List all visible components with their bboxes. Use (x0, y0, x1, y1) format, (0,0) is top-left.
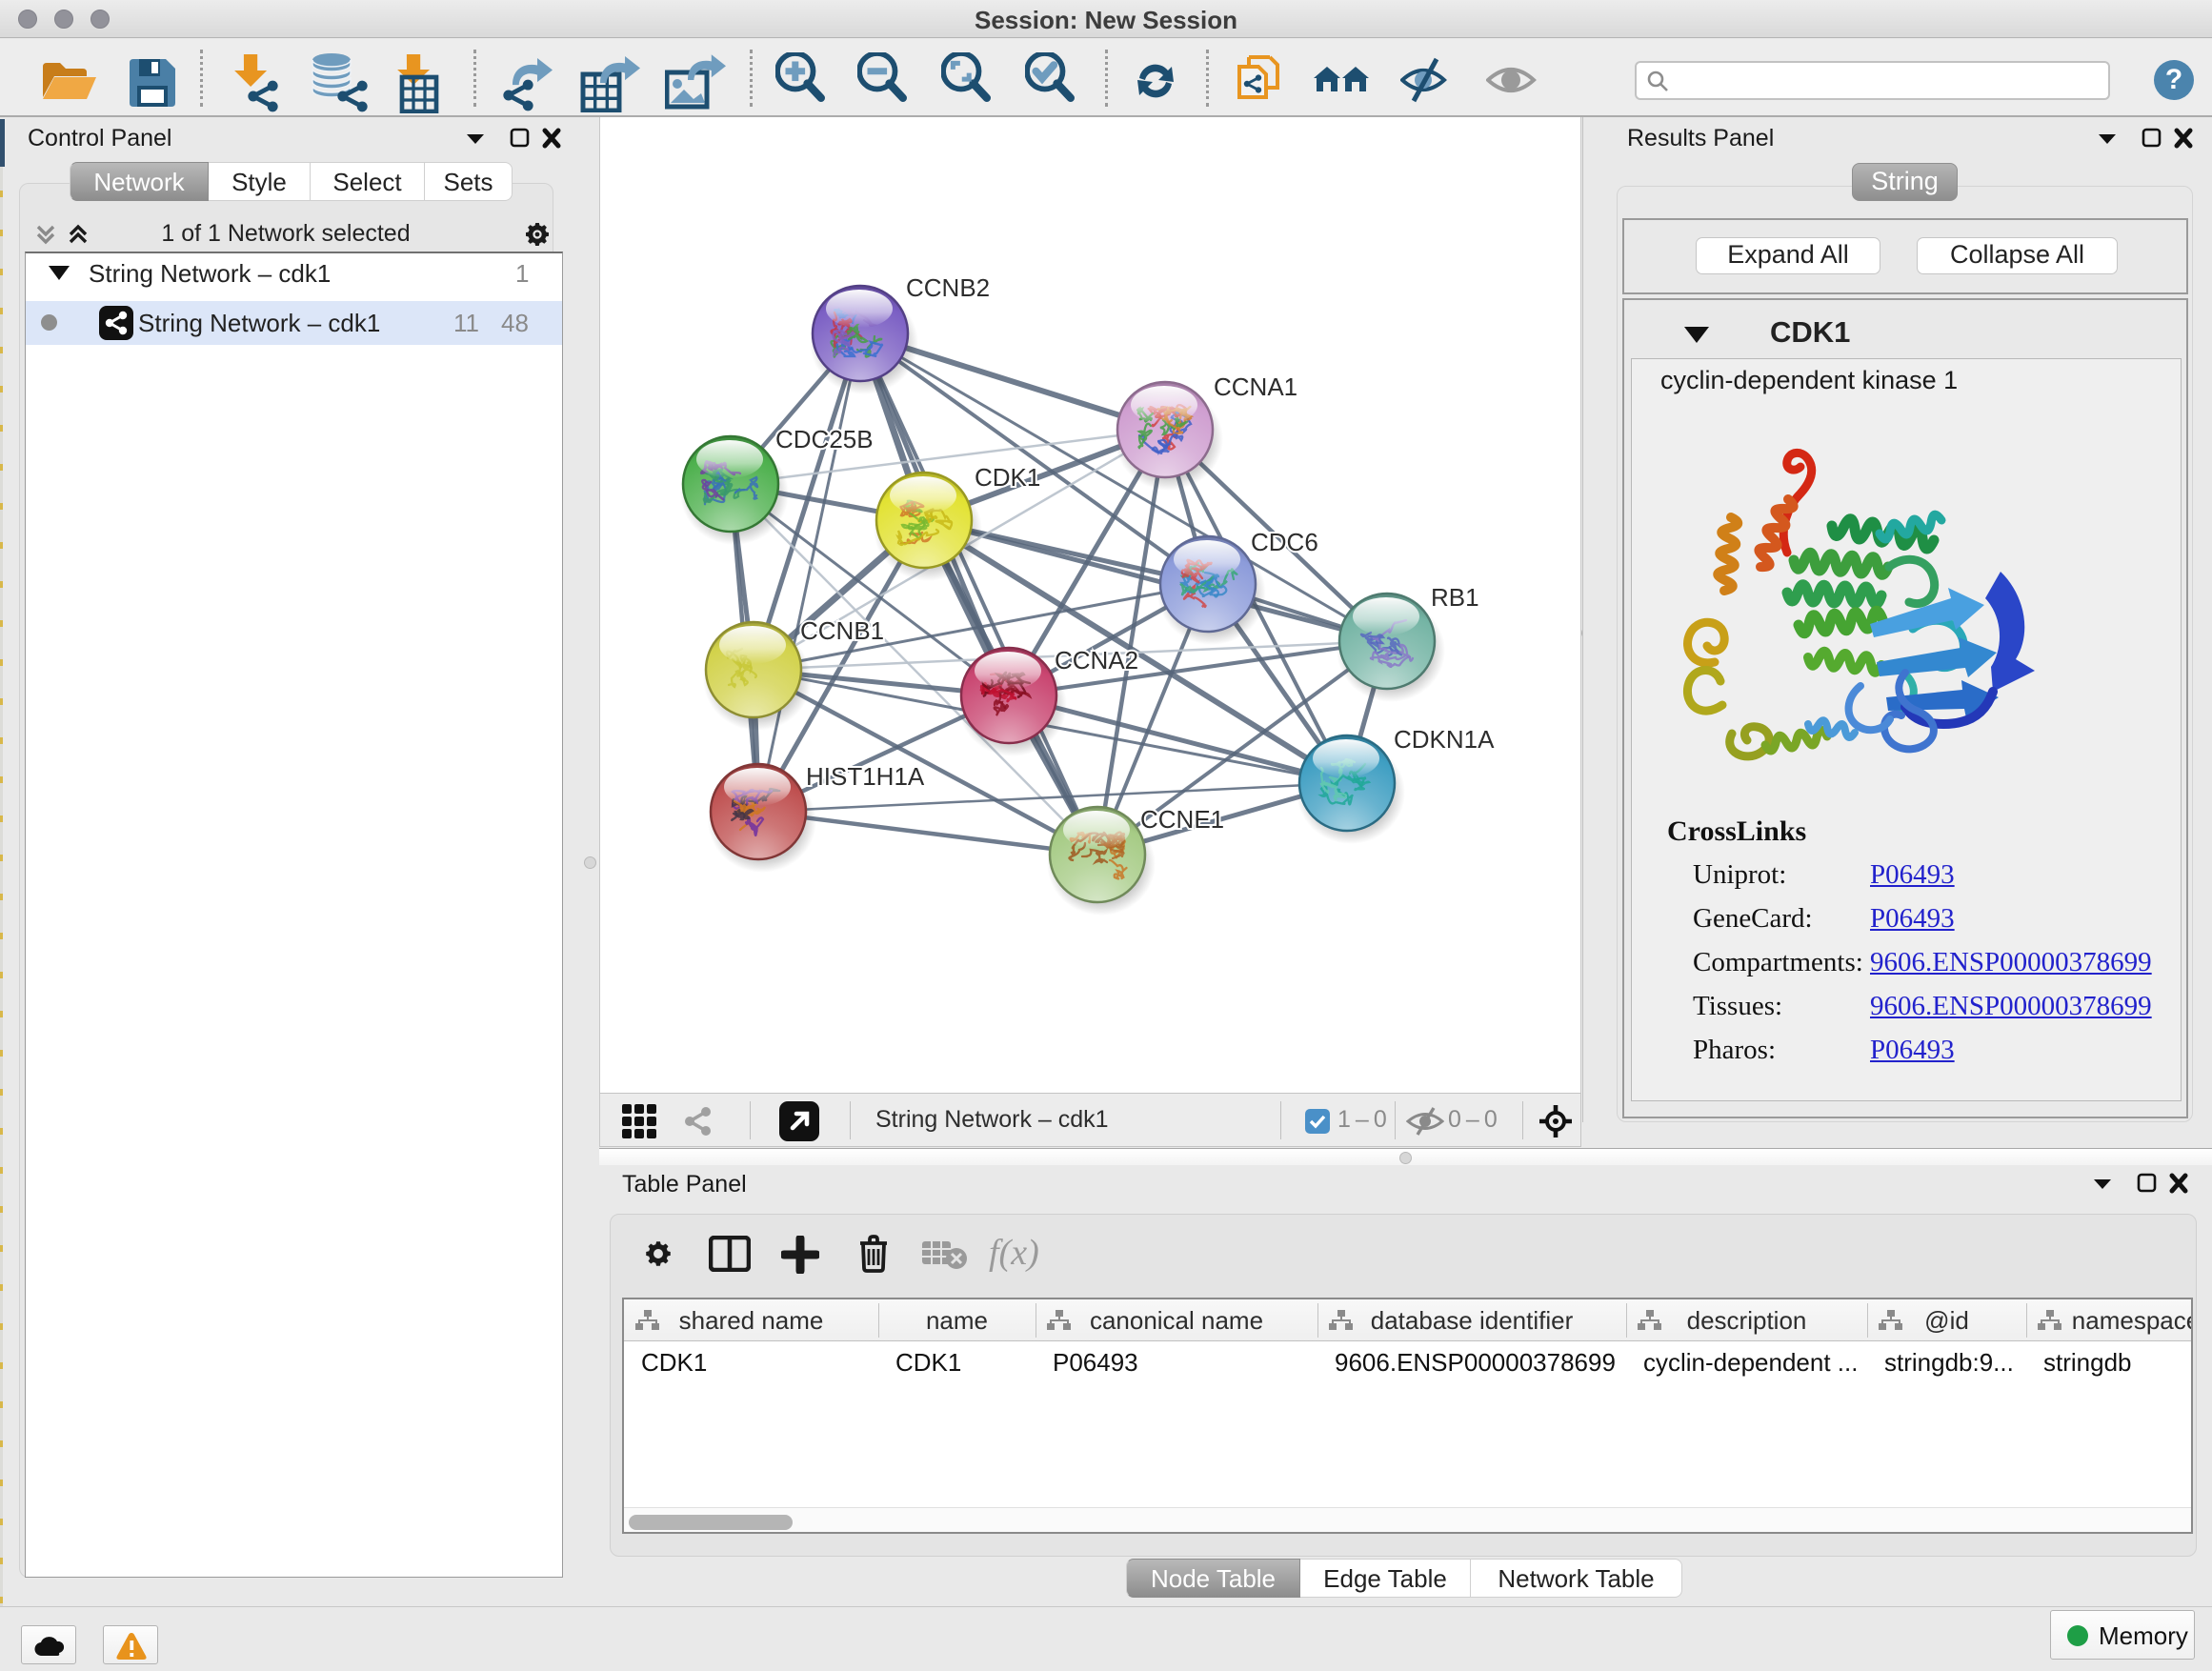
svg-text:HIST1H1A: HIST1H1A (806, 762, 925, 791)
svg-text:CDC6: CDC6 (1251, 528, 1318, 556)
svg-text:CCNE1: CCNE1 (1140, 805, 1224, 834)
svg-text:CCNB1: CCNB1 (800, 616, 884, 645)
svg-text:CDKN1A: CDKN1A (1394, 725, 1495, 754)
svg-text:CCNB2: CCNB2 (906, 273, 990, 302)
svg-text:CDK1: CDK1 (975, 463, 1040, 492)
svg-text:RB1: RB1 (1431, 583, 1479, 612)
svg-text:CCNA1: CCNA1 (1214, 372, 1297, 401)
svg-text:CDC25B: CDC25B (775, 425, 874, 453)
svg-text:CCNA2: CCNA2 (1055, 646, 1138, 674)
